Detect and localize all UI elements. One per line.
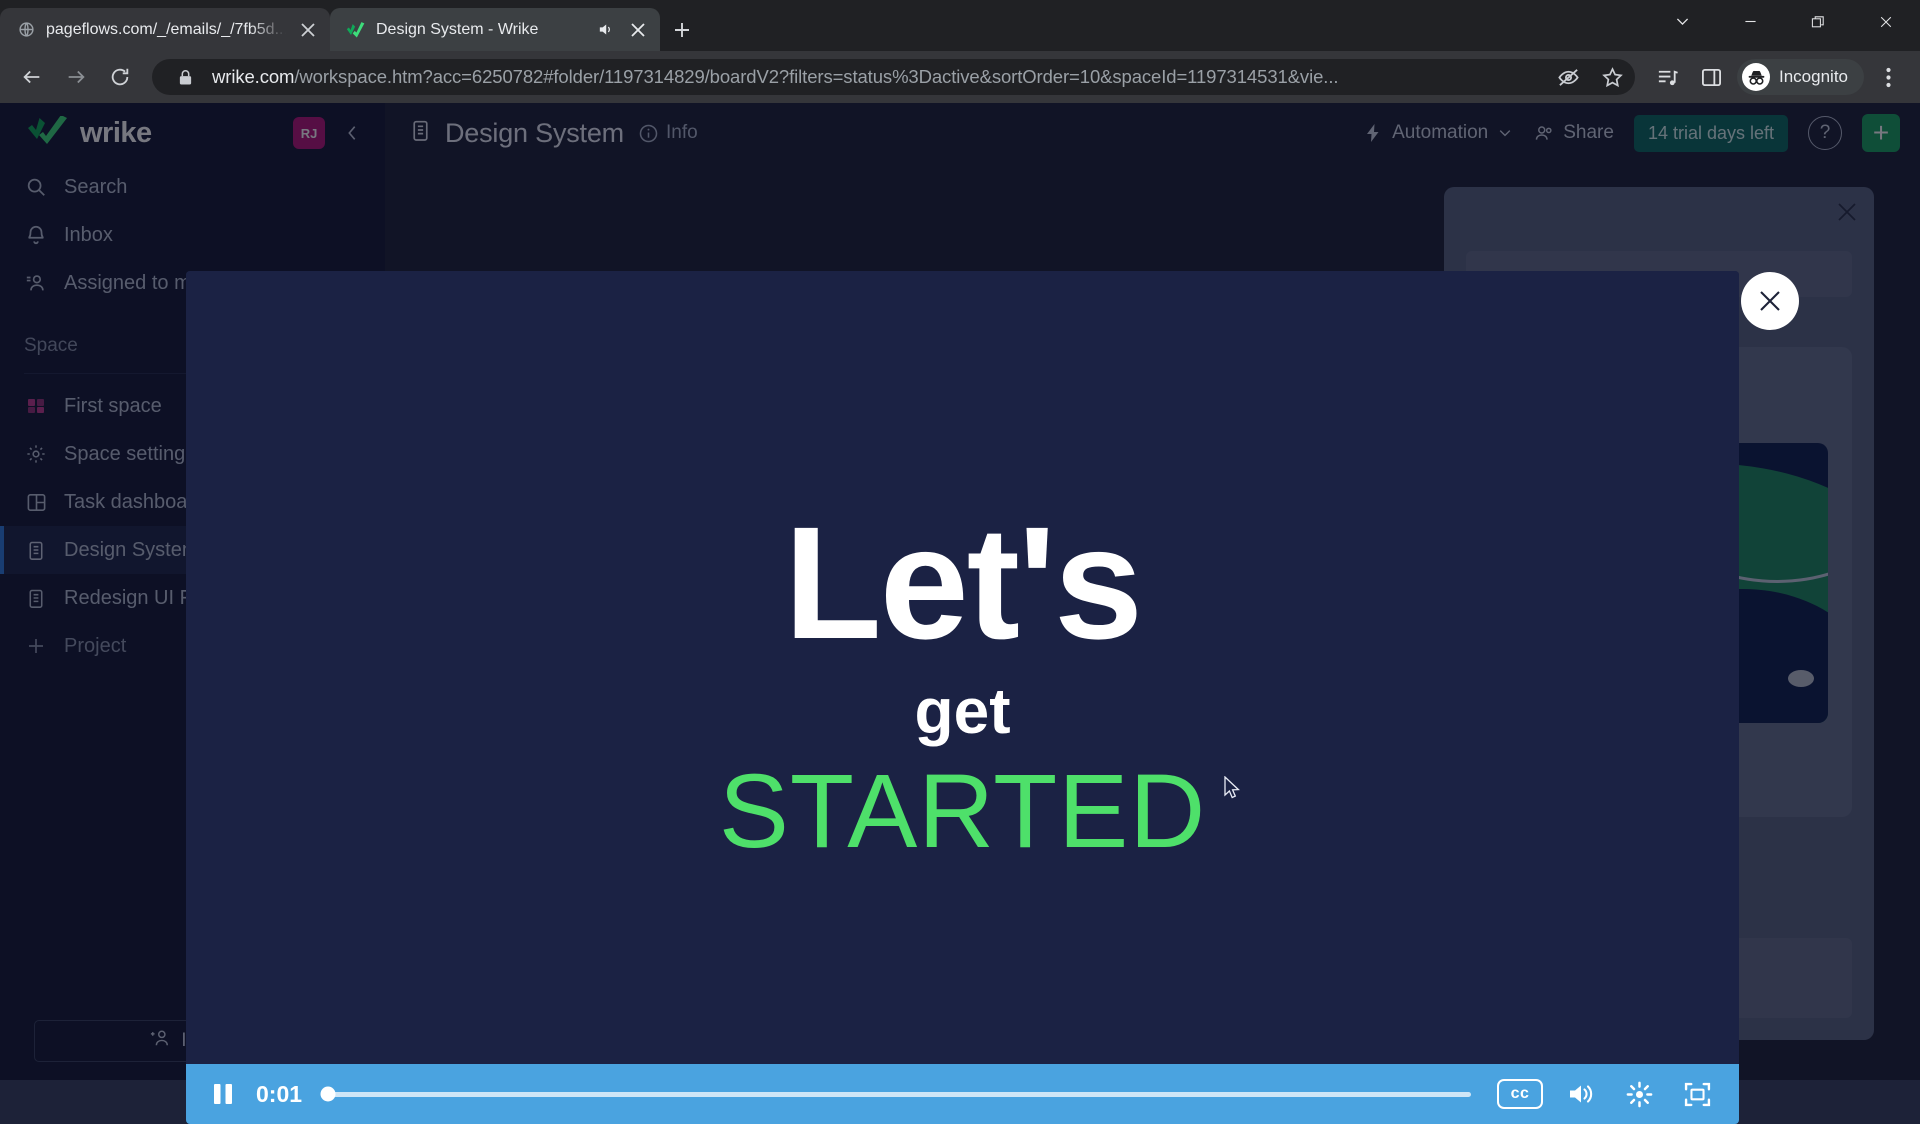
url-text: wrike.com/workspace.htm?acc=6250782#fold…	[212, 66, 1541, 88]
volume-high-icon[interactable]	[1561, 1074, 1601, 1114]
close-icon[interactable]	[296, 18, 320, 42]
window-controls	[1648, 0, 1920, 43]
tab-audio-icon[interactable]	[594, 19, 616, 41]
progress-knob[interactable]	[321, 1087, 336, 1102]
minimize-icon[interactable]	[1716, 0, 1784, 43]
back-icon[interactable]	[12, 57, 52, 97]
restore-icon[interactable]	[1784, 0, 1852, 43]
profile-label: Incognito	[1779, 67, 1848, 87]
address-bar[interactable]: wrike.com/workspace.htm?acc=6250782#fold…	[152, 59, 1635, 95]
url-path: /workspace.htm?acc=6250782#folder/119731…	[294, 66, 1338, 87]
wrike-check-icon	[346, 20, 366, 40]
tab-strip: pageflows.com/_/emails/_/7fb5d... Design…	[0, 0, 1920, 51]
close-icon[interactable]	[1852, 0, 1920, 43]
fullscreen-icon[interactable]	[1677, 1074, 1717, 1114]
incognito-avatar-icon	[1742, 63, 1770, 91]
tab-search-chevron-icon[interactable]	[1648, 0, 1716, 43]
playlist-icon[interactable]	[1647, 57, 1687, 97]
video-stage[interactable]: Let's get STARTED	[186, 271, 1739, 1124]
tab-design-system-wrike[interactable]: Design System - Wrike	[330, 8, 660, 51]
globe-icon	[16, 20, 36, 40]
wrike-app: wrike RJ Search Inbox	[0, 103, 1920, 1080]
video-headline-2: get	[186, 679, 1739, 743]
progress-slider[interactable]	[328, 1092, 1471, 1097]
tab-pageflows[interactable]: pageflows.com/_/emails/_/7fb5d...	[0, 8, 330, 51]
close-icon[interactable]	[626, 18, 650, 42]
tab-title: pageflows.com/_/emails/_/7fb5d...	[46, 21, 286, 39]
tab-title: Design System - Wrike	[376, 21, 584, 39]
url-domain: wrike.com	[212, 66, 294, 87]
eye-off-icon[interactable]	[1551, 60, 1585, 94]
captions-button[interactable]: cc	[1497, 1079, 1543, 1109]
forward-icon[interactable]	[56, 57, 96, 97]
gear-icon[interactable]	[1619, 1074, 1659, 1114]
kebab-menu-icon[interactable]	[1868, 57, 1908, 97]
video-headline-1: Let's	[186, 503, 1739, 663]
video-headline-3: STARTED	[186, 759, 1739, 864]
new-tab-button[interactable]	[660, 8, 704, 51]
video-close-button[interactable]	[1741, 272, 1799, 330]
pause-icon[interactable]	[208, 1079, 238, 1109]
video-modal: Let's get STARTED 0:01	[186, 271, 1739, 1124]
video-controls: 0:01 cc	[186, 1064, 1739, 1124]
browser-window: pageflows.com/_/emails/_/7fb5d... Design…	[0, 0, 1920, 1080]
lock-icon[interactable]	[168, 60, 202, 94]
reload-icon[interactable]	[100, 57, 140, 97]
browser-toolbar: wrike.com/workspace.htm?acc=6250782#fold…	[0, 51, 1920, 103]
star-icon[interactable]	[1595, 60, 1629, 94]
side-panel-icon[interactable]	[1691, 57, 1731, 97]
current-time: 0:01	[256, 1081, 302, 1108]
profile-incognito-button[interactable]: Incognito	[1737, 59, 1864, 95]
